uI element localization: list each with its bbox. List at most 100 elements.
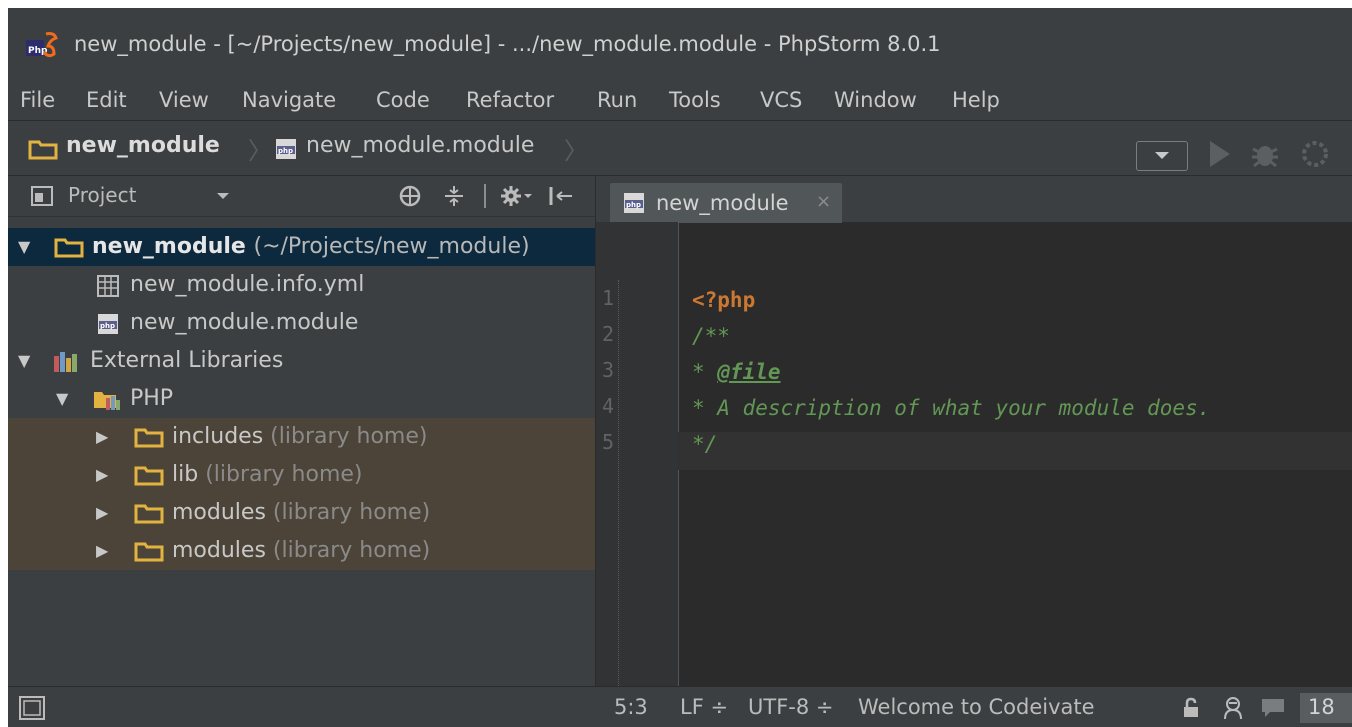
toggle-panels-icon[interactable] bbox=[18, 695, 46, 721]
navigation-bar: new_module 〉 php new_module.module 〉 bbox=[8, 121, 1352, 176]
run-config-dropdown[interactable] bbox=[1136, 141, 1188, 171]
menu-view[interactable]: View bbox=[159, 88, 209, 112]
line-number: 1 bbox=[602, 286, 615, 310]
folder-icon bbox=[134, 428, 164, 448]
doc-tag: @file bbox=[717, 360, 781, 384]
line-number: 2 bbox=[602, 322, 615, 346]
tree-label: new_module.module bbox=[130, 310, 359, 335]
tree-library-modules[interactable]: ▶ modules (library home) bbox=[8, 494, 595, 532]
tree-root-new-module[interactable]: ▼ new_module (~/Projects/new_module) bbox=[8, 228, 595, 266]
code-line-2[interactable]: /** bbox=[692, 324, 730, 348]
breadcrumb-file[interactable]: new_module.module bbox=[306, 133, 534, 158]
tree-label: modules (library home) bbox=[172, 538, 431, 563]
code-line-4[interactable]: * A description of what your module does… bbox=[692, 396, 1210, 420]
tree-label: includes (library home) bbox=[172, 424, 428, 449]
project-panel: Project ▼ new_module (~/Projects/new_mod… bbox=[8, 176, 596, 686]
toolbar-divider bbox=[484, 184, 486, 208]
ide-window: Php new_module - [~/Projects/new_module]… bbox=[8, 8, 1352, 727]
inspector-icon[interactable] bbox=[1220, 695, 1246, 721]
collapse-icon[interactable] bbox=[442, 184, 466, 208]
menu-navigate[interactable]: Navigate bbox=[242, 88, 336, 112]
php-file-icon: php bbox=[98, 314, 118, 334]
expand-arrow-icon[interactable]: ▶ bbox=[96, 541, 108, 560]
line-number: 5 bbox=[602, 430, 615, 454]
line-number: 4 bbox=[602, 394, 615, 418]
tree-label: lib (library home) bbox=[172, 462, 363, 487]
folder-icon bbox=[54, 238, 84, 258]
chevron-down-icon bbox=[1155, 152, 1169, 159]
run-icon[interactable] bbox=[1206, 139, 1232, 169]
svg-text:php: php bbox=[100, 322, 115, 330]
menu-file[interactable]: File bbox=[20, 88, 55, 112]
code-editor: php new_module × 1 2 3 4 5 <?php /** * @… bbox=[596, 176, 1352, 686]
expand-arrow-icon[interactable]: ▶ bbox=[96, 465, 108, 484]
menu-vcs[interactable]: VCS bbox=[760, 88, 802, 112]
caret-position[interactable]: 5:3 bbox=[614, 695, 648, 719]
line-separator[interactable]: LF ÷ bbox=[680, 695, 728, 719]
menu-edit[interactable]: Edit bbox=[86, 88, 127, 112]
menu-help[interactable]: Help bbox=[952, 88, 1000, 112]
tab-label: new_module bbox=[656, 191, 789, 215]
expand-arrow-icon[interactable]: ▼ bbox=[18, 351, 30, 370]
expand-arrow-icon[interactable]: ▶ bbox=[96, 503, 108, 522]
code-line-3[interactable]: * @file bbox=[692, 360, 781, 384]
phpstorm-logo-icon: Php bbox=[26, 32, 58, 58]
status-message[interactable]: Welcome to Codeivate bbox=[858, 695, 1095, 719]
svg-text:php: php bbox=[278, 147, 293, 155]
editor-gutter: 1 2 3 4 5 bbox=[596, 222, 679, 686]
project-view-icon bbox=[31, 186, 53, 206]
status-bar: 5:3 LF ÷ UTF-8 ÷ Welcome to Codeivate 18 bbox=[8, 686, 1352, 727]
expand-arrow-icon[interactable]: ▼ bbox=[18, 237, 30, 256]
breadcrumb-separator: 〉 bbox=[248, 137, 272, 165]
tree-label: new_module.info.yml bbox=[130, 272, 365, 297]
file-encoding[interactable]: UTF-8 ÷ bbox=[748, 695, 834, 719]
project-panel-header: Project bbox=[8, 176, 595, 217]
menu-tools[interactable]: Tools bbox=[669, 88, 721, 112]
close-icon[interactable]: × bbox=[816, 191, 831, 212]
settings-icon[interactable] bbox=[500, 184, 534, 208]
menu-bar: File Edit View Navigate Code Refactor Ru… bbox=[8, 82, 1352, 121]
tree-library-lib[interactable]: ▶ lib (library home) bbox=[8, 456, 595, 494]
line-number: 3 bbox=[602, 358, 615, 382]
tree-file-info-yml[interactable]: new_module.info.yml bbox=[8, 266, 595, 304]
tree-php-library[interactable]: ▼ PHP bbox=[8, 380, 595, 418]
hide-icon[interactable] bbox=[548, 184, 574, 208]
breadcrumb-project[interactable]: new_module bbox=[66, 133, 220, 158]
tree-library-includes[interactable]: ▶ includes (library home) bbox=[8, 418, 595, 456]
dropdown-arrow-icon[interactable] bbox=[216, 192, 230, 200]
menu-window[interactable]: Window bbox=[834, 88, 917, 112]
chat-icon[interactable] bbox=[1260, 697, 1286, 719]
php-library-icon bbox=[94, 392, 120, 410]
expand-arrow-icon[interactable]: ▶ bbox=[96, 427, 108, 446]
tab-new-module[interactable]: php new_module × bbox=[610, 183, 842, 223]
folder-icon bbox=[134, 542, 164, 562]
lock-icon[interactable] bbox=[1180, 697, 1202, 719]
breadcrumb-separator: 〉 bbox=[564, 137, 588, 165]
debug-icon[interactable] bbox=[1250, 139, 1280, 169]
expand-arrow-icon[interactable]: ▼ bbox=[56, 389, 68, 408]
badge-text: 18 bbox=[1308, 695, 1335, 719]
tree-label: modules (library home) bbox=[172, 500, 431, 525]
folder-icon bbox=[134, 466, 164, 486]
tree-external-libraries[interactable]: ▼ External Libraries bbox=[8, 342, 595, 380]
menu-code[interactable]: Code bbox=[376, 88, 430, 112]
tree-path-hint: (~/Projects/new_module) bbox=[253, 234, 530, 259]
project-view-selector[interactable]: Project bbox=[68, 183, 136, 207]
yml-file-icon bbox=[97, 275, 119, 297]
php-file-icon: php bbox=[276, 139, 296, 159]
menu-run[interactable]: Run bbox=[597, 88, 637, 112]
tree-label: External Libraries bbox=[90, 348, 284, 373]
coverage-icon[interactable] bbox=[1300, 139, 1330, 169]
code-line-5[interactable]: */ bbox=[692, 432, 717, 456]
editor-tabs: php new_module × bbox=[596, 176, 1352, 223]
notification-count-badge[interactable]: 18 bbox=[1300, 693, 1352, 723]
code-line-1[interactable]: <?php bbox=[692, 288, 755, 312]
tree-library-modules-2[interactable]: ▶ modules (library home) bbox=[8, 532, 595, 570]
window-title: new_module - [~/Projects/new_module] - .… bbox=[74, 32, 941, 56]
gutter-divider bbox=[618, 280, 619, 686]
tree-file-module[interactable]: php new_module.module bbox=[8, 304, 595, 342]
svg-text:php: php bbox=[626, 201, 641, 209]
menu-refactor[interactable]: Refactor bbox=[466, 88, 554, 112]
locate-icon[interactable] bbox=[398, 184, 422, 208]
tree-label: PHP bbox=[130, 386, 174, 411]
